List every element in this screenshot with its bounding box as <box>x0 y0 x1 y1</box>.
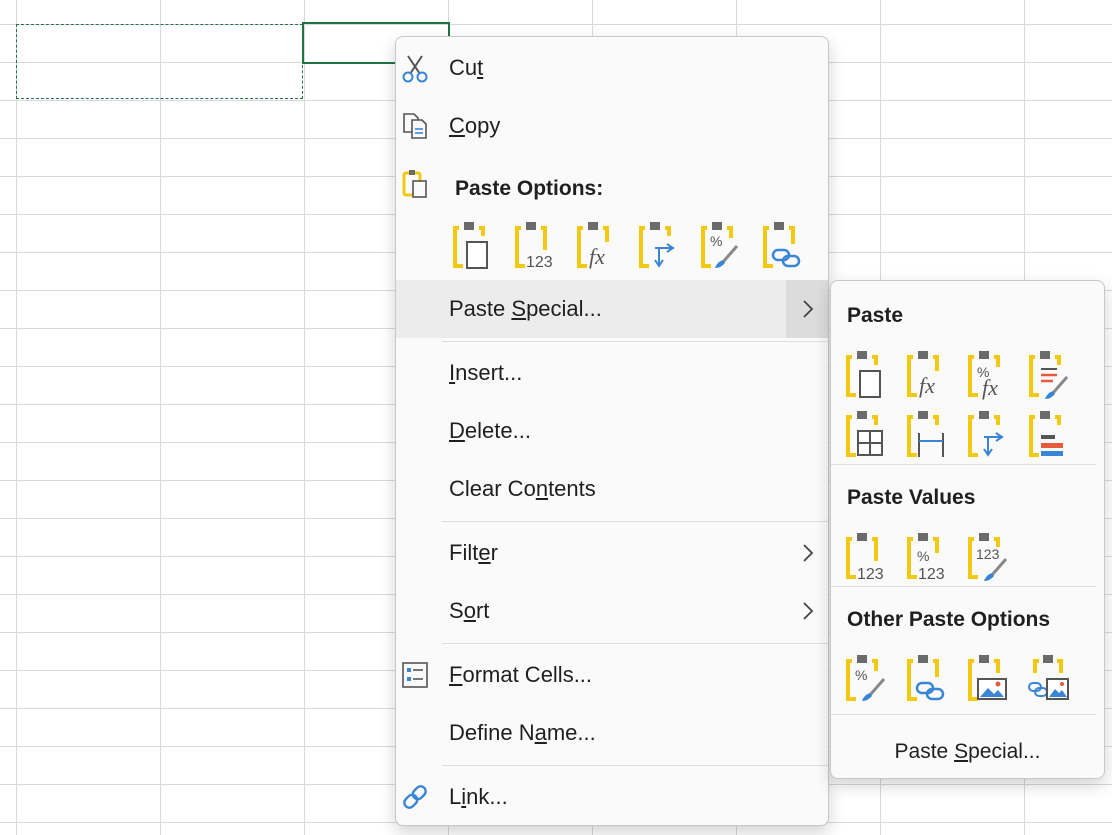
menu-item-insert[interactable]: Insert... <box>396 344 828 402</box>
svg-text:%: % <box>917 548 929 564</box>
submenu-other-paste-options-title: Other Paste Options <box>847 608 1051 631</box>
link-label: Link... <box>449 784 508 809</box>
menu-item-format-cells[interactable]: Format Cells... <box>396 646 828 704</box>
paste-values-icon[interactable]: 123 <box>513 220 555 272</box>
paste-transpose-icon[interactable] <box>966 409 1009 461</box>
copy-marquee <box>16 24 303 99</box>
paste-transpose-icon[interactable] <box>637 220 679 272</box>
svg-text:123: 123 <box>918 566 945 583</box>
submenu-paste-values-title: Paste Values <box>847 486 976 509</box>
menu-separator <box>442 341 828 342</box>
paste-all-icon[interactable] <box>844 349 887 401</box>
chevron-right-icon <box>796 541 820 565</box>
svg-text:123: 123 <box>526 254 553 271</box>
insert-label: Insert... <box>449 360 523 385</box>
svg-text:fx: fx <box>919 373 935 398</box>
clear-contents-label: Clear Contents <box>449 476 596 501</box>
svg-text:123: 123 <box>976 546 1000 562</box>
chevron-right-icon <box>796 297 820 321</box>
svg-text:123: 123 <box>857 566 884 583</box>
menu-item-copy[interactable]: Copy <box>396 97 828 155</box>
paste-icons-row-2 <box>844 409 1070 461</box>
paste-special-submenu: Paste fx % fx Paste Values 123 % 123 123… <box>830 280 1105 779</box>
paste-formatting-icon[interactable]: % <box>844 653 887 705</box>
submenu-separator <box>831 586 1096 587</box>
paste-linked-picture-icon[interactable] <box>1027 653 1070 705</box>
paste-options-title: Paste Options: <box>455 177 604 200</box>
menu-separator <box>442 521 828 522</box>
paste-formulas-number-formatting-icon[interactable]: % fx <box>966 349 1009 401</box>
paste-values-number-formatting-icon[interactable]: % 123 <box>905 531 948 583</box>
menu-item-sort[interactable]: Sort <box>396 582 828 640</box>
menu-item-delete[interactable]: Delete... <box>396 402 828 460</box>
paste-formulas-icon[interactable]: fx <box>905 349 948 401</box>
paste-icons-row-1: fx % fx <box>844 349 1070 401</box>
paste-values-source-formatting-icon[interactable]: 123 <box>966 531 1009 583</box>
svg-text:%: % <box>855 667 867 683</box>
paste-link-icon[interactable] <box>761 220 803 272</box>
svg-text:%: % <box>710 233 722 249</box>
submenu-separator <box>831 464 1096 465</box>
submenu-separator <box>831 714 1096 715</box>
paste-values-icons-row: 123 % 123 123 <box>844 531 1009 583</box>
link-icon <box>400 782 430 812</box>
clipboard-icon <box>400 169 430 199</box>
paste-icon[interactable] <box>451 220 493 272</box>
svg-text:fx: fx <box>589 244 605 269</box>
menu-separator <box>442 643 828 644</box>
paste-options-row: 123 fx % <box>451 220 803 272</box>
menu-separator <box>442 765 828 766</box>
format-cells-icon <box>400 660 430 690</box>
define-name-label: Define Name... <box>449 720 596 745</box>
copy-label: Copy <box>449 113 501 138</box>
filter-label: Filter <box>449 540 498 565</box>
menu-item-clear-contents[interactable]: Clear Contents <box>396 460 828 518</box>
menu-item-link[interactable]: Link... <box>396 768 828 825</box>
menu-item-define-name[interactable]: Define Name... <box>396 704 828 762</box>
paste-merge-conditional-formatting-icon[interactable] <box>1027 409 1070 461</box>
svg-text:fx: fx <box>982 375 998 400</box>
paste-keep-column-widths-icon[interactable] <box>905 409 948 461</box>
submenu-paste-special-item[interactable]: Paste Special... <box>831 727 1104 777</box>
paste-special-label: Paste Special... <box>449 296 602 321</box>
scissors-icon <box>400 53 430 83</box>
menu-item-filter[interactable]: Filter <box>396 524 828 582</box>
chevron-right-icon <box>796 599 820 623</box>
menu-item-paste-special[interactable]: Paste Special... <box>396 280 828 338</box>
copy-icon <box>400 111 430 141</box>
other-paste-icons-row: % <box>844 653 1070 705</box>
sort-label: Sort <box>449 598 490 623</box>
paste-values-icon[interactable]: 123 <box>844 531 887 583</box>
paste-formatting-icon[interactable]: % <box>699 220 741 272</box>
cut-label: Cut <box>449 55 484 80</box>
format-cells-label: Format Cells... <box>449 662 593 687</box>
paste-picture-icon[interactable] <box>966 653 1009 705</box>
paste-link-icon[interactable] <box>905 653 948 705</box>
menu-item-cut[interactable]: Cut <box>396 39 828 97</box>
paste-keep-source-formatting-icon[interactable] <box>1027 349 1070 401</box>
submenu-paste-title: Paste <box>847 304 904 327</box>
paste-formulas-icon[interactable]: fx <box>575 220 617 272</box>
context-menu: Cut Copy Paste Options: 123 fx % Paste S… <box>395 36 829 826</box>
paste-no-borders-icon[interactable] <box>844 409 887 461</box>
delete-label: Delete... <box>449 418 531 443</box>
